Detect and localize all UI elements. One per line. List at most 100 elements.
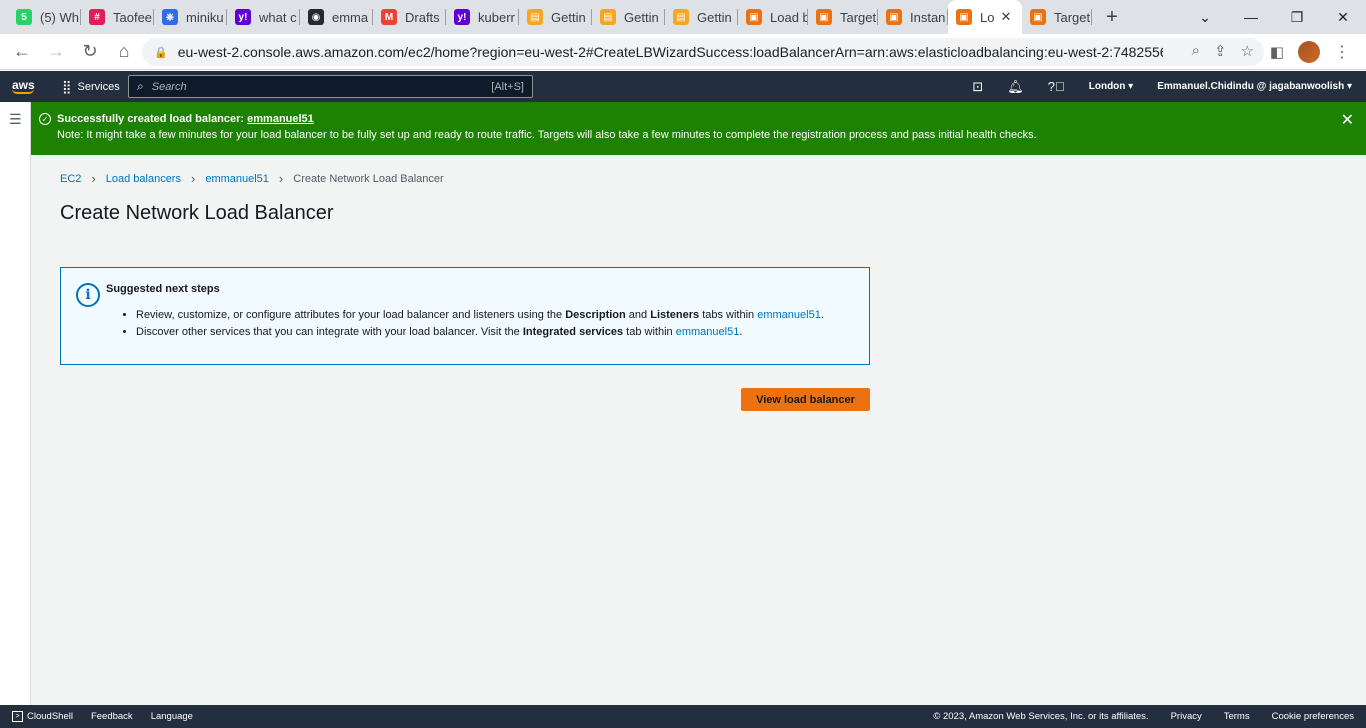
browser-tab[interactable]: y! what c xyxy=(227,0,300,34)
browser-tab-label: Load b xyxy=(770,9,808,25)
browser-toolbar: ← → ↻ ⌂ 🔒 eu-west-2.console.aws.amazon.c… xyxy=(0,34,1366,70)
reload-icon[interactable]: ↻ xyxy=(74,36,106,68)
step2-integrated-bold: Integrated services xyxy=(522,326,624,338)
bookmark-star-icon[interactable]: ☆ xyxy=(1241,42,1254,60)
grid-icon: ⣿ xyxy=(62,78,72,94)
account-menu[interactable]: Emmanuel.Chidindu @ jagabanwoolish ▾ xyxy=(1157,81,1352,92)
browser-tab-label: Gettin xyxy=(697,9,732,25)
browser-tab[interactable]: ▤ Gettin xyxy=(665,0,738,34)
whatsapp-icon: 5 xyxy=(16,9,32,25)
flash-lb-link[interactable]: emmanuel51 xyxy=(247,113,314,125)
chevron-right-icon: › xyxy=(91,171,96,186)
browser-tab[interactable]: ▣ Instan xyxy=(878,0,948,34)
browser-tab-label: Target xyxy=(840,9,877,25)
flash-title-text: Successfully created load balancer: xyxy=(57,113,248,125)
dismiss-flash-close-icon[interactable]: ✕ xyxy=(1341,110,1354,130)
info-title: Suggested next steps xyxy=(106,283,220,295)
browser-tab[interactable]: ▣ Target xyxy=(1022,0,1092,34)
profile-avatar[interactable] xyxy=(1298,41,1320,63)
browser-tab-label: Taofee xyxy=(113,9,153,25)
zoom-icon[interactable]: ⌕ xyxy=(1192,42,1200,60)
side-nav-rail: ☰ xyxy=(0,102,31,705)
forward-icon[interactable]: → xyxy=(40,36,72,68)
step1-listeners-bold: Listeners xyxy=(650,309,700,321)
browser-tab[interactable]: # Taofee xyxy=(81,0,154,34)
restore-button[interactable]: ❐ xyxy=(1274,0,1320,34)
flash-note: Note: It might take a few minutes for yo… xyxy=(57,129,1037,141)
step1-period: . xyxy=(820,309,824,321)
minimize-button[interactable]: — xyxy=(1228,0,1274,34)
step2-text-a: Discover other services that you can int… xyxy=(136,326,523,338)
notifications-bell-icon[interactable]: 🔔︎ xyxy=(1007,79,1024,95)
browser-tab[interactable]: y! kuberr xyxy=(446,0,519,34)
browser-tab[interactable]: ▤ Gettin xyxy=(519,0,592,34)
cookie-preferences-link[interactable]: Cookie preferences xyxy=(1272,711,1354,722)
privacy-link[interactable]: Privacy xyxy=(1171,711,1202,722)
browser-tab[interactable]: ◉ emma xyxy=(300,0,373,34)
aws-ec2-icon: ▣ xyxy=(746,9,762,25)
close-window-button[interactable]: ✕ xyxy=(1320,0,1366,34)
menu-kebab-icon[interactable]: ⋮ xyxy=(1334,42,1350,62)
url-text[interactable]: eu-west-2.console.aws.amazon.com/ec2/hom… xyxy=(178,44,1163,60)
list-item: Discover other services that you can int… xyxy=(136,326,824,338)
success-check-icon: ✓ xyxy=(39,113,51,125)
back-icon[interactable]: ← xyxy=(6,36,38,68)
feedback-link[interactable]: Feedback xyxy=(91,711,133,722)
language-link[interactable]: Language xyxy=(151,711,193,722)
step1-lb-link[interactable]: emmanuel51 xyxy=(757,309,821,321)
browser-tab-label: Drafts xyxy=(405,9,440,25)
slack-icon: # xyxy=(89,9,105,25)
terms-link[interactable]: Terms xyxy=(1224,711,1250,722)
breadcrumb-load-balancers[interactable]: Load balancers xyxy=(106,173,181,185)
search-placeholder: Search xyxy=(151,80,187,93)
info-icon: i xyxy=(76,283,100,307)
page-title: Create Network Load Balancer xyxy=(60,202,334,224)
chevron-right-icon: › xyxy=(190,171,196,186)
docs-icon: ▤ xyxy=(673,9,689,25)
address-bar[interactable]: 🔒 eu-west-2.console.aws.amazon.com/ec2/h… xyxy=(142,38,1264,66)
browser-tab[interactable]: ▣ Load b xyxy=(738,0,808,34)
browser-tab-label: Gettin xyxy=(551,9,586,25)
browser-tab-label: Target xyxy=(1054,9,1091,25)
close-tab-icon[interactable]: ✕ xyxy=(1000,9,1011,25)
browser-tab[interactable]: ▤ Gettin xyxy=(592,0,665,34)
browser-tab[interactable]: M Drafts xyxy=(373,0,446,34)
tab-list: 5 (5) Wh # Taofee ⎈ miniku y! what c ◉ emma M Draft… xyxy=(0,0,1092,34)
browser-tab[interactable]: ⎈ miniku xyxy=(154,0,227,34)
browser-tab-label: kuberr xyxy=(478,9,515,25)
browser-tab[interactable]: ▣ Lo ✕ xyxy=(948,0,1022,34)
services-menu[interactable]: ⣿ Services xyxy=(62,79,120,95)
docs-icon: ▤ xyxy=(527,9,543,25)
side-panel-icon[interactable]: ◧ xyxy=(1270,43,1284,61)
region-selector[interactable]: London ▾ xyxy=(1089,81,1133,92)
tab-separator xyxy=(1091,9,1092,25)
next-steps-list: Review, customize, or configure attribut… xyxy=(136,309,824,343)
tab-search-icon[interactable]: ⌄ xyxy=(1182,0,1228,34)
browser-tab-label: (5) Wh xyxy=(40,9,79,25)
browser-tab[interactable]: ▣ Target xyxy=(808,0,878,34)
aws-ec2-icon: ▣ xyxy=(1030,9,1046,25)
cloudshell-icon[interactable]: ⊡ xyxy=(972,79,983,95)
copyright-text: © 2023, Amazon Web Services, Inc. or its… xyxy=(933,711,1149,722)
search-input[interactable]: ⌕ Search [Alt+S] xyxy=(128,75,533,98)
step2-lb-link[interactable]: emmanuel51 xyxy=(676,326,740,338)
minikube-icon: ⎈ xyxy=(162,9,178,25)
breadcrumb-ec2[interactable]: EC2 xyxy=(60,173,81,185)
step1-text-a: Review, customize, or configure attribut… xyxy=(136,309,566,321)
share-icon[interactable]: ⇪ xyxy=(1214,42,1227,60)
hamburger-menu-icon[interactable]: ☰ xyxy=(9,111,22,128)
browser-tab-label: Lo xyxy=(980,9,995,25)
cloudshell-footer-button[interactable]: > CloudShell xyxy=(12,711,73,722)
view-load-balancer-button[interactable]: View load balancer xyxy=(741,388,870,411)
breadcrumb-emmanuel51[interactable]: emmanuel51 xyxy=(205,173,269,185)
browser-tab[interactable]: 5 (5) Wh xyxy=(8,0,81,34)
chevron-right-icon: › xyxy=(278,171,284,186)
home-icon[interactable]: ⌂ xyxy=(108,36,140,68)
aws-logo[interactable]: aws xyxy=(12,79,42,94)
help-icon[interactable]: ?⃝ xyxy=(1048,79,1065,94)
new-tab-button[interactable]: + xyxy=(1098,6,1126,29)
step2-text-c: tab within xyxy=(623,326,676,338)
browser-tab-label: emma xyxy=(332,9,369,25)
breadcrumb-current: Create Network Load Balancer xyxy=(293,172,444,185)
step2-period: . xyxy=(739,326,743,338)
